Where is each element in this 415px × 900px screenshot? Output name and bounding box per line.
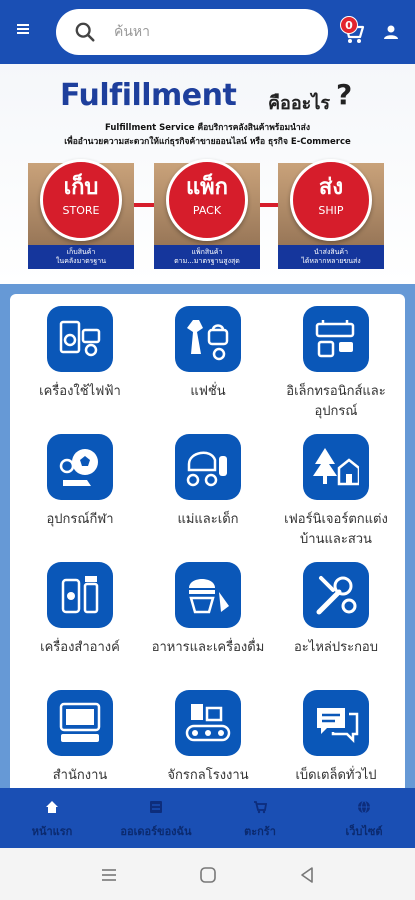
category-grid: เครื่องใช้ไฟฟ้า แฟชั่น อิเล็กทรอนิกส์และ…	[10, 294, 405, 788]
nav-cart[interactable]: ตะกร้า	[208, 788, 312, 848]
banner-subtitle-line2: เพื่ออำนวยความสะดวกให้แก่ธุรกิจค้าขายออน…	[64, 137, 351, 147]
category-cosmetics[interactable]: เครื่องสำอางค์	[20, 562, 140, 658]
recents-icon[interactable]	[100, 866, 118, 884]
banner-title-thai: คืออะไร	[268, 93, 331, 114]
category-spare-parts[interactable]: อะไหล่ประกอบ	[276, 562, 396, 658]
cart-icon	[254, 801, 267, 814]
appliance-icon	[47, 306, 113, 372]
search-input[interactable]	[114, 20, 314, 44]
office-icon	[47, 690, 113, 756]
orders-icon	[150, 801, 162, 813]
category-factory-machinery[interactable]: จักรกลโรงงาน	[148, 690, 268, 786]
baby-stroller-icon	[175, 434, 241, 500]
store-badge: เก็บ STORE	[40, 159, 122, 241]
globe-icon	[358, 800, 370, 814]
user-icon[interactable]	[383, 24, 399, 40]
banner-subtitle-line1: Fulfillment Service คือบริการคลังสินค้าพ…	[104, 123, 310, 133]
tools-icon	[303, 562, 369, 628]
stage-caption: แพ็กสินค้า ตาม...มาตรฐานสูงสุด	[154, 245, 260, 269]
fashion-icon	[175, 306, 241, 372]
category-food-drink[interactable]: อาหารและเครื่องดื่ม	[148, 562, 268, 658]
food-drink-icon	[175, 562, 241, 628]
menu-icon[interactable]	[14, 22, 34, 42]
pack-badge: แพ็ก PACK	[166, 159, 248, 241]
nav-home[interactable]: หน้าแรก	[0, 788, 104, 848]
factory-machine-icon	[175, 690, 241, 756]
category-fashion[interactable]: แฟชั่น	[148, 306, 268, 402]
home-garden-icon	[303, 434, 369, 500]
category-miscellaneous[interactable]: เบ็ดเตล็ดทั่วไป	[276, 690, 396, 786]
fulfillment-banner[interactable]: Fulfillment คืออะไร ? Fulfillment Servic…	[0, 64, 415, 284]
category-mother-baby[interactable]: แม่และเด็ก	[148, 434, 268, 530]
category-appliances[interactable]: เครื่องใช้ไฟฟ้า	[20, 306, 140, 402]
stage-caption: เก็บสินค้า ในคลังมาตรฐาน	[28, 245, 134, 269]
category-electronics[interactable]: อิเล็กทรอนิกส์และอุปกรณ์	[276, 306, 396, 422]
banner-question-mark: ?	[336, 78, 353, 111]
app-header: 0	[0, 0, 415, 64]
nav-website[interactable]: เว็บไซต์	[312, 788, 415, 848]
electronics-icon	[303, 306, 369, 372]
search-bar[interactable]	[56, 9, 328, 55]
category-office[interactable]: สำนักงาน	[20, 690, 140, 786]
ship-badge: ส่ง SHIP	[290, 159, 372, 241]
nav-my-orders[interactable]: ออเดอร์ของฉัน	[104, 788, 208, 848]
system-navigation-bar	[0, 848, 415, 900]
back-icon[interactable]	[298, 866, 316, 884]
sports-icon	[47, 434, 113, 500]
home-icon	[46, 801, 58, 813]
cart-count-badge: 0	[340, 16, 358, 34]
stage-caption: นำส่งสินค้า ได้หลากหลายขนส่ง	[278, 245, 384, 269]
chat-bubble-icon	[303, 690, 369, 756]
category-furniture-home-garden[interactable]: เฟอร์นิเจอร์ตกแต่งบ้านและสวน	[276, 434, 396, 550]
banner-title: Fulfillment	[60, 78, 237, 113]
bottom-navigation: หน้าแรก ออเดอร์ของฉัน ตะกร้า เว็บไซต์	[0, 788, 415, 848]
cosmetics-icon	[47, 562, 113, 628]
category-sports[interactable]: อุปกรณ์กีฬา	[20, 434, 140, 530]
home-circle-icon[interactable]	[199, 866, 217, 884]
search-icon	[75, 22, 95, 42]
